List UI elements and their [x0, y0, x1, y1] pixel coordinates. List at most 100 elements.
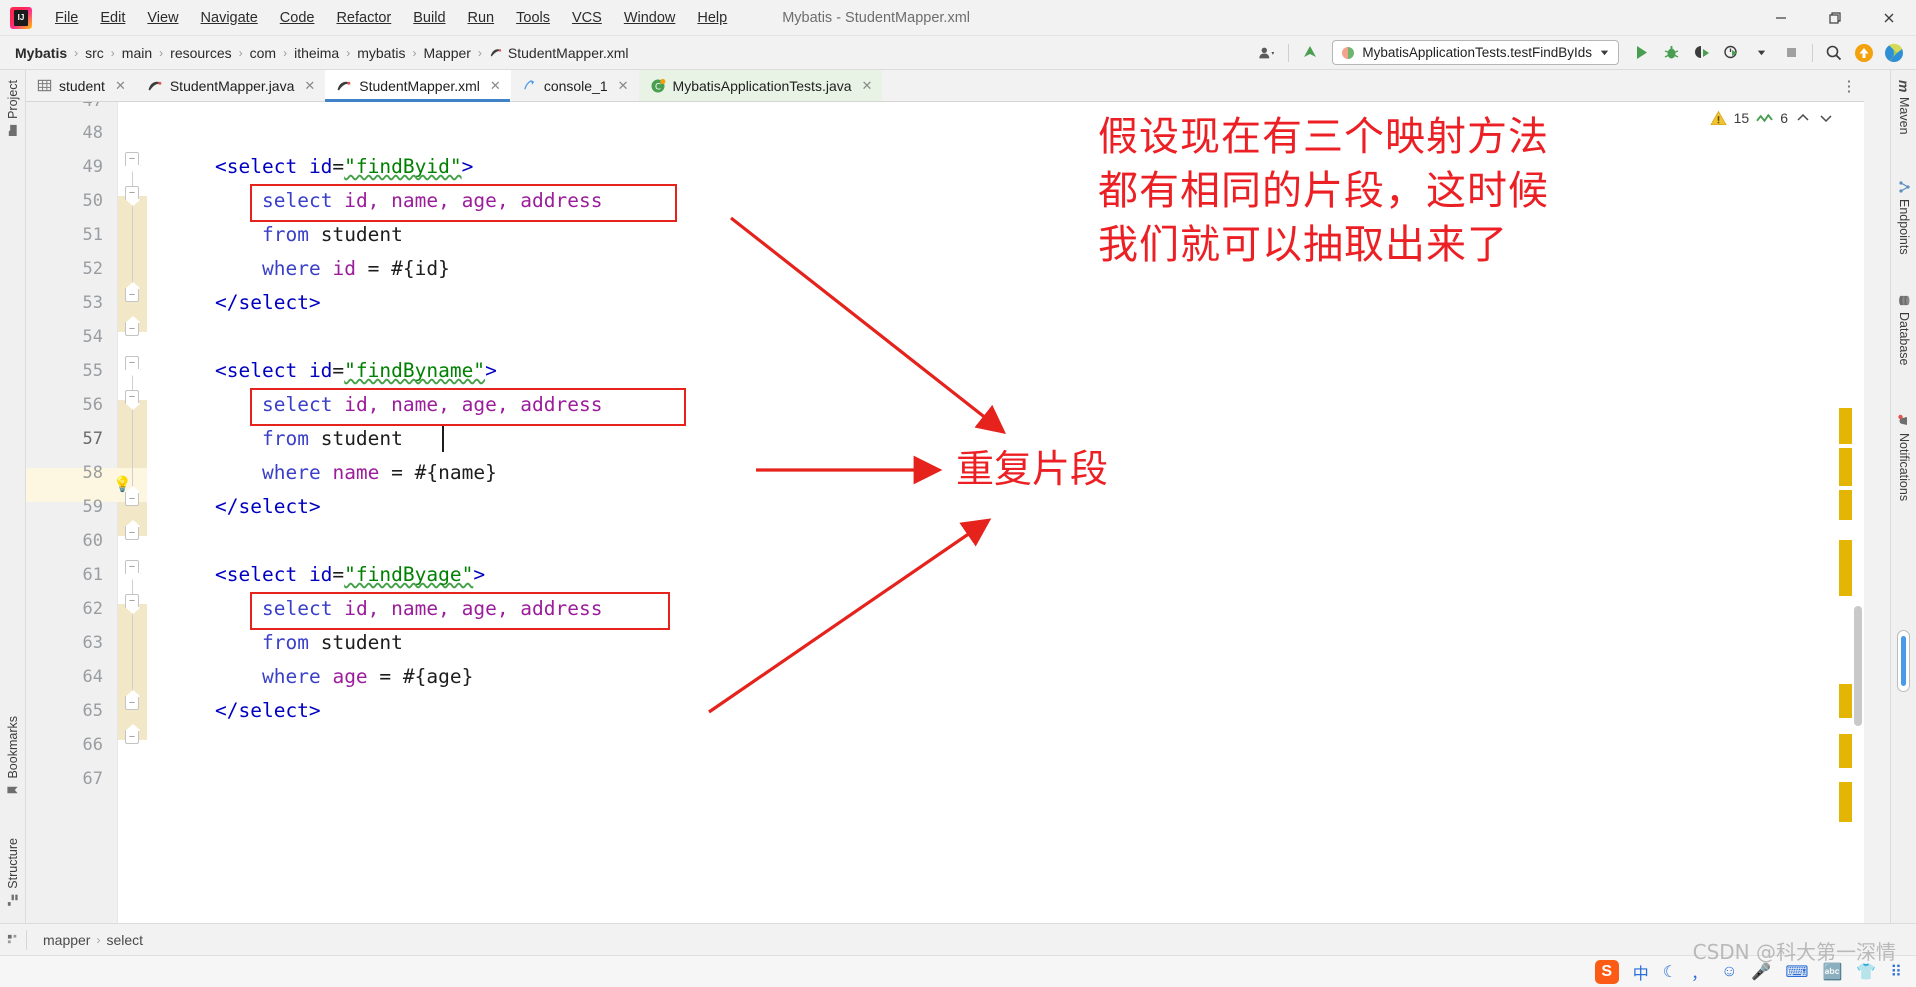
- fold-marker-collapse[interactable]: −: [125, 152, 139, 166]
- sidebar-item-endpoints[interactable]: Endpoints: [1891, 174, 1916, 261]
- ide-update-button[interactable]: [1850, 40, 1878, 66]
- breadcrumb-label: com: [249, 44, 277, 61]
- settings-button[interactable]: [1880, 40, 1908, 66]
- update-project-button[interactable]: [1296, 40, 1324, 66]
- breadcrumb-item-file[interactable]: StudentMapper.xml: [484, 43, 634, 63]
- minimize-button[interactable]: [1754, 0, 1808, 36]
- breadcrumb-item-main[interactable]: main: [117, 43, 157, 63]
- stripe-marker[interactable]: [1839, 490, 1852, 520]
- status-breadcrumb-select[interactable]: select: [100, 932, 149, 948]
- profiler-dropdown-button[interactable]: [1747, 40, 1775, 66]
- code-editor[interactable]: 15 6 47 48: [26, 102, 1864, 955]
- stop-button[interactable]: [1777, 40, 1805, 66]
- tab-mybatisapplicationtests-java[interactable]: C MybatisApplicationTests.java ✕: [638, 70, 883, 101]
- profiler-button[interactable]: [1717, 40, 1745, 66]
- fold-marker-collapse[interactable]: −: [125, 560, 139, 574]
- stripe-marker[interactable]: [1839, 408, 1852, 444]
- tab-studentmapper-xml[interactable]: StudentMapper.xml ✕: [325, 70, 511, 102]
- fold-marker-collapse[interactable]: −: [125, 390, 139, 404]
- menu-view-label: View: [147, 9, 179, 26]
- stripe-marker[interactable]: [1839, 448, 1852, 486]
- menu-tools[interactable]: Tools: [505, 7, 561, 29]
- breadcrumb-item-com[interactable]: com: [245, 43, 281, 63]
- menu-edit[interactable]: Edit: [89, 7, 136, 29]
- sidebar-item-database[interactable]: Database: [1891, 288, 1916, 372]
- fold-marker-collapse[interactable]: −: [125, 594, 139, 608]
- tab-console-1[interactable]: console_1 ✕: [511, 70, 639, 101]
- tab-close-icon[interactable]: ✕: [618, 78, 629, 94]
- fold-marker-end[interactable]: −: [125, 322, 139, 336]
- stop-square-icon: [1786, 48, 1796, 57]
- tab-close-icon[interactable]: ✕: [862, 78, 873, 94]
- emoji-icon[interactable]: ☺: [1721, 963, 1737, 981]
- maximize-button[interactable]: [1808, 0, 1862, 36]
- breadcrumb-item-mapper[interactable]: Mapper: [418, 43, 475, 63]
- fold-marker-collapse[interactable]: −: [125, 186, 139, 200]
- moon-icon[interactable]: ☾: [1663, 962, 1677, 982]
- run-with-coverage-button[interactable]: [1687, 40, 1715, 66]
- text-caret: [442, 426, 444, 452]
- chevron-up-icon[interactable]: [1795, 111, 1811, 125]
- intention-lightbulb-icon[interactable]: 💡: [113, 468, 132, 502]
- sidebar-item-notifications[interactable]: Notifications: [1891, 408, 1916, 507]
- inspection-widget[interactable]: 15 6: [1709, 102, 1834, 134]
- menu-navigate[interactable]: Navigate: [190, 7, 269, 29]
- show-tool-windows-button[interactable]: [0, 933, 26, 946]
- stripe-marker[interactable]: [1839, 782, 1852, 822]
- tab-close-icon[interactable]: ✕: [115, 78, 126, 94]
- breadcrumb-item-itheima[interactable]: itheima: [289, 43, 344, 63]
- editor-folding-rail[interactable]: − − − − − − − − − − − − 💡: [113, 102, 147, 955]
- menu-view[interactable]: View: [136, 7, 189, 29]
- fold-marker-end[interactable]: −: [125, 526, 139, 540]
- user-account-button[interactable]: [1253, 40, 1281, 66]
- sidebar-item-structure[interactable]: Structure: [0, 832, 26, 913]
- breadcrumb-item-mybatis[interactable]: mybatis: [352, 43, 410, 63]
- menu-build[interactable]: Build: [402, 7, 456, 29]
- scrollbar-thumb[interactable]: [1901, 636, 1906, 686]
- breadcrumb-item-resources[interactable]: resources: [165, 43, 236, 63]
- tab-studentmapper-java[interactable]: StudentMapper.java ✕: [136, 70, 325, 101]
- stripe-marker[interactable]: [1839, 684, 1852, 718]
- ime-chinese-icon[interactable]: 中: [1633, 960, 1649, 984]
- fold-marker-end[interactable]: −: [125, 696, 139, 710]
- fold-marker-end[interactable]: −: [125, 730, 139, 744]
- sidebar-item-project[interactable]: Project: [0, 74, 26, 143]
- close-button[interactable]: [1862, 0, 1916, 36]
- editor-gutter[interactable]: 47 48 49 50 51 52 53 54 55 56 57 58 59 6…: [26, 102, 118, 955]
- editor-scrollbar-thumb[interactable]: [1854, 606, 1862, 726]
- menu-run[interactable]: Run: [457, 7, 506, 29]
- sidebar-item-bookmarks[interactable]: Bookmarks: [0, 710, 26, 803]
- editor-vertical-scrollbar[interactable]: [1897, 630, 1910, 692]
- code-content[interactable]: <select id="findByid"> select id, name, …: [147, 102, 1864, 955]
- left-tool-window-strip: Project Bookmarks Structure: [0, 70, 26, 955]
- fold-marker-end[interactable]: −: [125, 288, 139, 302]
- menu-navigate-label: Navigate: [200, 9, 258, 26]
- stripe-marker[interactable]: [1839, 540, 1852, 596]
- menu-file[interactable]: File: [44, 7, 89, 29]
- tab-close-icon[interactable]: ✕: [304, 78, 315, 94]
- stripe-marker[interactable]: [1839, 734, 1852, 768]
- sidebar-item-maven[interactable]: m Maven: [1891, 74, 1916, 141]
- tab-student[interactable]: student ✕: [26, 70, 136, 101]
- xml-file-icon: [337, 81, 351, 90]
- breadcrumb-item-project[interactable]: Mybatis: [10, 43, 72, 63]
- editor-scrollbar-track[interactable]: [1852, 136, 1864, 946]
- menu-code[interactable]: Code: [269, 7, 326, 29]
- fold-marker-collapse[interactable]: −: [125, 356, 139, 370]
- tab-close-icon[interactable]: ✕: [490, 78, 501, 94]
- chevron-down-icon[interactable]: [1818, 111, 1834, 125]
- run-configuration-selector[interactable]: MybatisApplicationTests.testFindByIds: [1332, 40, 1619, 65]
- code-token-table: student: [308, 223, 403, 246]
- sogou-ime-icon[interactable]: S: [1594, 959, 1619, 984]
- status-breadcrumb-mapper[interactable]: mapper: [37, 932, 96, 948]
- tab-options-icon[interactable]: ⋮: [1834, 70, 1864, 101]
- error-stripe-markers[interactable]: [1839, 136, 1852, 946]
- menu-help[interactable]: Help: [686, 7, 738, 29]
- search-everywhere-button[interactable]: [1820, 40, 1848, 66]
- menu-window[interactable]: Window: [613, 7, 687, 29]
- menu-refactor[interactable]: Refactor: [325, 7, 402, 29]
- run-button[interactable]: [1627, 40, 1655, 66]
- debug-button[interactable]: [1657, 40, 1685, 66]
- menu-vcs[interactable]: VCS: [561, 7, 613, 29]
- breadcrumb-item-src[interactable]: src: [80, 43, 109, 63]
